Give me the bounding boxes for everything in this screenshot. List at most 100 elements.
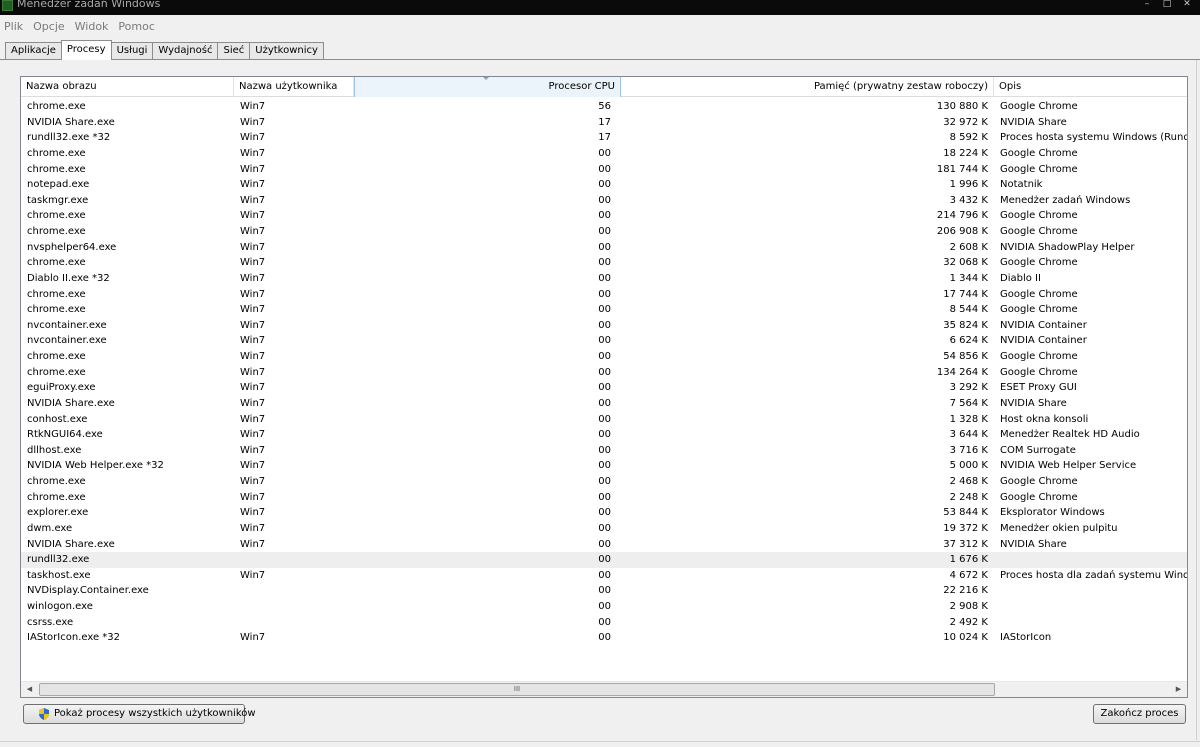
- table-row[interactable]: dllhost.exe Win7 00 3 716 K COM Surrogate: [21, 443, 1187, 459]
- menu-widok[interactable]: Widok: [75, 20, 109, 33]
- description-cell: Google Chrome: [1000, 351, 1078, 362]
- column-header-user[interactable]: Nazwa użytkownika: [234, 77, 354, 97]
- process-name-cell: chrome.exe: [27, 304, 86, 316]
- process-name-cell: nvcontainer.exe: [27, 335, 107, 347]
- table-row[interactable]: NVIDIA Share.exe Win7 00 7 564 K NVIDIA Shar…: [21, 396, 1187, 412]
- table-row[interactable]: explorer.exe Win7 00 53 844 K Eksplorator Wi…: [21, 505, 1187, 521]
- table-row[interactable]: conhost.exe Win7 00 1 328 K Host okna konsol…: [21, 412, 1187, 428]
- show-all-processes-button[interactable]: Pokaż procesy wszystkich użytkowników: [23, 704, 256, 724]
- table-row[interactable]: chrome.exe Win7 00 18 224 K Google Chrome: [21, 146, 1187, 162]
- description-cell: Menedżer Realtek HD Audio: [1000, 429, 1140, 441]
- table-row[interactable]: Diablo II.exe *32 Win7 00 1 344 K Diablo II: [21, 271, 1187, 287]
- process-name-cell: NVIDIA Web Helper.exe *32: [27, 460, 164, 472]
- column-header-memory[interactable]: Pamięć (prywatny zestaw roboczy): [621, 77, 994, 97]
- description-cell: Host okna konsoli: [1000, 413, 1089, 425]
- user-name-cell: Win7: [240, 210, 266, 222]
- user-name-cell: Win7: [240, 132, 266, 144]
- table-row[interactable]: nvsphelper64.exe Win7 00 2 608 K NVIDIA Shad…: [21, 240, 1187, 256]
- description-cell: Google Chrome: [1000, 210, 1078, 222]
- process-name-cell: chrome.exe: [27, 210, 86, 222]
- memory-cell: 32 972 K: [943, 116, 988, 128]
- cpu-cell: 00: [598, 210, 611, 222]
- column-header-cpu[interactable]: Procesor CPU: [354, 77, 621, 97]
- table-row[interactable]: NVIDIA Share.exe Win7 00 37 312 K NVIDIA Sha…: [21, 537, 1187, 553]
- column-header-description[interactable]: Opis: [994, 77, 1187, 97]
- table-row[interactable]: RtkNGUI64.exe Win7 00 3 644 K Menedżer Realt…: [21, 427, 1187, 443]
- table-row[interactable]: winlogon.exe 00 2 908 K: [21, 599, 1187, 615]
- menu-opcje[interactable]: Opcje: [33, 20, 65, 33]
- cpu-cell: 00: [598, 507, 611, 519]
- memory-cell: 2 908 K: [949, 601, 988, 612]
- tab-siec[interactable]: Sieć: [217, 42, 251, 60]
- cpu-cell: 00: [598, 319, 611, 331]
- end-process-button[interactable]: Zakończ proces: [1093, 704, 1186, 724]
- memory-cell: 5 000 K: [949, 460, 988, 472]
- table-row[interactable]: NVDisplay.Container.exe 00 22 216 K: [21, 583, 1187, 599]
- table-row[interactable]: chrome.exe Win7 00 2 468 K Google Chrome: [21, 474, 1187, 490]
- process-name-cell: IAStorIcon.exe *32: [27, 632, 121, 644]
- process-list[interactable]: Nazwa obrazu Nazwa użytkownika Procesor …: [20, 76, 1188, 698]
- horizontal-scrollbar[interactable]: ◀ III ▶: [21, 681, 1187, 697]
- table-row[interactable]: chrome.exe Win7 00 181 744 K Google Chrome: [21, 162, 1187, 178]
- process-name-cell: chrome.exe: [27, 147, 86, 159]
- description-cell: NVIDIA Share: [1000, 116, 1067, 128]
- description-cell: [994, 599, 1187, 615]
- table-row[interactable]: taskmgr.exe Win7 00 3 432 K Menedżer zadań W…: [21, 193, 1187, 209]
- table-row[interactable]: chrome.exe Win7 00 32 068 K Google Chrome: [21, 255, 1187, 271]
- user-name-cell: Win7: [240, 163, 266, 175]
- table-row[interactable]: nvcontainer.exe Win7 00 35 824 K NVIDIA Cont…: [21, 318, 1187, 334]
- maximize-icon[interactable]: □: [1160, 0, 1174, 10]
- table-row[interactable]: chrome.exe Win7 00 134 264 K Google Chrome: [21, 365, 1187, 381]
- table-row[interactable]: chrome.exe Win7 00 17 744 K Google Chrome: [21, 287, 1187, 303]
- memory-cell: 54 856 K: [943, 351, 988, 362]
- process-name-cell: chrome.exe: [27, 101, 86, 112]
- table-row[interactable]: nvcontainer.exe Win7 00 6 624 K NVIDIA Conta…: [21, 333, 1187, 349]
- table-row[interactable]: IAStorIcon.exe *32 Win7 00 10 024 K IAStorIc…: [21, 630, 1187, 646]
- table-row[interactable]: rundll32.exe *32 Win7 17 8 592 K Proces host…: [21, 130, 1187, 146]
- table-row[interactable]: NVIDIA Web Helper.exe *32 Win7 00 5 000 K NV…: [21, 458, 1187, 474]
- cpu-cell: 00: [598, 397, 611, 409]
- table-row[interactable]: NVIDIA Share.exe Win7 17 32 972 K NVIDIA Sha…: [21, 115, 1187, 131]
- show-all-processes-label: Pokaż procesy wszystkich użytkowników: [54, 708, 256, 719]
- table-row[interactable]: notepad.exe Win7 00 1 996 K Notatnik: [21, 177, 1187, 193]
- cpu-cell: 00: [598, 366, 611, 378]
- memory-cell: 19 372 K: [943, 522, 988, 534]
- table-row[interactable]: eguiProxy.exe Win7 00 3 292 K ESET Proxy GUI: [21, 380, 1187, 396]
- user-name-cell: Win7: [240, 382, 266, 394]
- user-name-cell: Win7: [240, 569, 266, 581]
- table-row[interactable]: taskhost.exe Win7 00 4 672 K Proces hosta dl…: [21, 568, 1187, 584]
- process-name-cell: chrome.exe: [27, 366, 86, 378]
- column-header-name[interactable]: Nazwa obrazu: [21, 77, 234, 97]
- table-row[interactable]: chrome.exe Win7 56 130 880 K Google Chrome: [21, 99, 1187, 115]
- tab-uzytkownicy[interactable]: Użytkownicy: [249, 42, 324, 60]
- tab-aplikacje[interactable]: Aplikacje: [5, 42, 62, 60]
- description-cell: [994, 552, 1187, 568]
- description-cell: Google Chrome: [1000, 147, 1078, 159]
- menu-plik[interactable]: Plik: [4, 20, 23, 33]
- user-name-cell: Win7: [240, 397, 266, 409]
- uac-shield-icon: [39, 708, 49, 720]
- scroll-right-icon[interactable]: ▶: [1170, 682, 1187, 697]
- close-icon[interactable]: ✕: [1180, 0, 1194, 10]
- table-row[interactable]: chrome.exe Win7 00 214 796 K Google Chrome: [21, 208, 1187, 224]
- tab-wydajnosc[interactable]: Wydajność: [152, 42, 219, 60]
- table-row[interactable]: chrome.exe Win7 00 206 908 K Google Chrome: [21, 224, 1187, 240]
- minimize-icon[interactable]: –: [1140, 0, 1154, 10]
- table-row[interactable]: dwm.exe Win7 00 19 372 K Menedżer okien pulp…: [21, 521, 1187, 537]
- tab-procesy[interactable]: Procesy: [60, 40, 112, 60]
- memory-cell: 10 024 K: [943, 632, 988, 644]
- table-row[interactable]: csrss.exe 00 2 492 K: [21, 615, 1187, 631]
- tab-uslugi[interactable]: Usługi: [110, 42, 154, 60]
- scrollbar-thumb[interactable]: III: [39, 683, 995, 696]
- table-row[interactable]: rundll32.exe 00 1 676 K: [21, 552, 1187, 568]
- menu-pomoc[interactable]: Pomoc: [118, 20, 154, 33]
- cpu-cell: 00: [598, 601, 611, 612]
- table-row[interactable]: chrome.exe Win7 00 2 248 K Google Chrome: [21, 490, 1187, 506]
- user-name-cell: Win7: [240, 460, 266, 472]
- table-row[interactable]: chrome.exe Win7 00 54 856 K Google Chrome: [21, 349, 1187, 365]
- description-cell: Google Chrome: [1000, 101, 1078, 112]
- scroll-left-icon[interactable]: ◀: [21, 682, 38, 697]
- table-row[interactable]: chrome.exe Win7 00 8 544 K Google Chrome: [21, 302, 1187, 318]
- memory-cell: 1 344 K: [949, 272, 988, 284]
- description-cell: Google Chrome: [1000, 304, 1078, 316]
